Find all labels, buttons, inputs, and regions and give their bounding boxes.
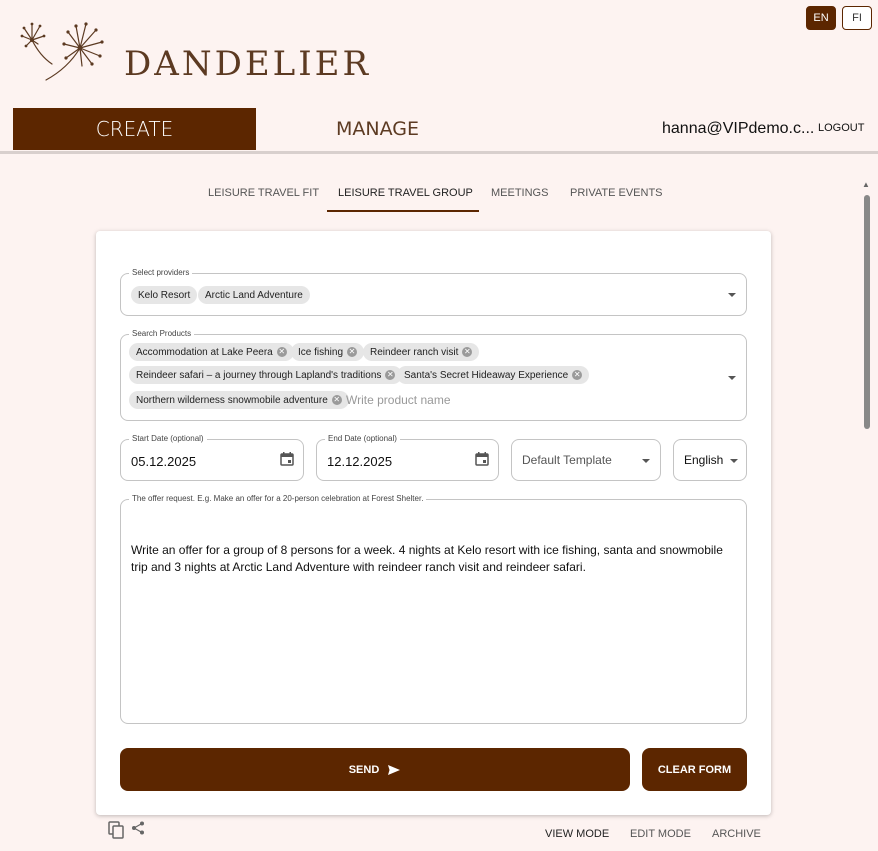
- language-fi-button[interactable]: FI: [842, 6, 872, 30]
- tab-leisure-travel-group[interactable]: LEISURE TRAVEL GROUP: [338, 187, 473, 199]
- chevron-down-icon[interactable]: [642, 459, 650, 463]
- product-chip[interactable]: Reindeer ranch visit ✕: [363, 343, 480, 361]
- offer-request-label: The offer request. E.g. Make an offer fo…: [129, 494, 427, 503]
- chevron-down-icon[interactable]: [730, 459, 738, 463]
- end-date-field[interactable]: End Date (optional) 12.12.2025: [316, 434, 499, 481]
- edit-mode-link[interactable]: EDIT MODE: [630, 828, 691, 840]
- provider-chip[interactable]: Arctic Land Adventure: [198, 286, 310, 304]
- chevron-down-icon[interactable]: [728, 293, 736, 297]
- tab-leisure-travel-fit[interactable]: LEISURE TRAVEL FIT: [208, 187, 319, 199]
- language-en-button[interactable]: EN: [806, 6, 836, 30]
- nav-create-tab[interactable]: CREATE: [13, 108, 256, 150]
- product-search-input[interactable]: Write product name: [346, 393, 451, 407]
- nav-manage-tab[interactable]: MANAGE: [256, 108, 499, 150]
- end-date-label: End Date (optional): [325, 434, 400, 443]
- output-language-value: English: [684, 453, 724, 467]
- clear-form-button[interactable]: CLEAR FORM: [642, 748, 747, 791]
- send-icon: [388, 764, 401, 775]
- logout-button[interactable]: LOGOUT: [818, 122, 864, 134]
- remove-chip-icon[interactable]: ✕: [572, 370, 583, 380]
- remove-chip-icon[interactable]: ✕: [331, 395, 342, 405]
- header-divider: [0, 151, 878, 154]
- providers-label: Select providers: [129, 268, 193, 277]
- offer-request-text: Write an offer for a group of 8 persons …: [131, 543, 723, 574]
- brand-name: DANDELIER: [124, 44, 372, 84]
- chevron-down-icon[interactable]: [728, 376, 736, 380]
- end-date-value: 12.12.2025: [327, 454, 393, 469]
- calendar-icon[interactable]: [279, 451, 295, 467]
- product-chip[interactable]: Santa's Secret Hideaway Experience ✕: [397, 366, 590, 384]
- active-tab-indicator: [327, 210, 479, 212]
- scroll-up-arrow-icon[interactable]: ▲: [862, 180, 870, 189]
- product-chip[interactable]: Reindeer safari – a journey through Lapl…: [129, 366, 403, 384]
- tab-private-events[interactable]: PRIVATE EVENTS: [570, 187, 663, 199]
- share-icon[interactable]: [131, 821, 145, 835]
- dandelion-logo-icon: [20, 22, 104, 81]
- product-chip[interactable]: Northern wilderness snowmobile adventure…: [129, 391, 349, 409]
- send-button[interactable]: SEND: [120, 748, 630, 791]
- products-label: Search Products: [129, 329, 195, 338]
- user-email: hanna@VIPdemo.c...: [662, 120, 815, 137]
- copy-icon[interactable]: [108, 821, 124, 839]
- view-mode-link[interactable]: VIEW MODE: [545, 828, 609, 840]
- provider-chip[interactable]: Kelo Resort: [131, 286, 198, 304]
- output-language-select[interactable]: English: [673, 439, 747, 481]
- remove-chip-icon[interactable]: ✕: [347, 347, 358, 357]
- start-date-field[interactable]: Start Date (optional) 05.12.2025: [120, 434, 304, 481]
- start-date-label: Start Date (optional): [129, 434, 207, 443]
- template-value: Default Template: [522, 453, 612, 467]
- tab-meetings[interactable]: MEETINGS: [491, 187, 548, 199]
- offer-request-textarea[interactable]: The offer request. E.g. Make an offer fo…: [120, 494, 747, 724]
- remove-chip-icon[interactable]: ✕: [276, 347, 287, 357]
- archive-link[interactable]: ARCHIVE: [712, 828, 761, 840]
- send-label: SEND: [348, 763, 380, 776]
- template-select[interactable]: Default Template: [511, 439, 661, 481]
- product-chip[interactable]: Ice fishing ✕: [291, 343, 365, 361]
- products-search[interactable]: Search Products Accommodation at Lake Pe…: [120, 329, 747, 421]
- remove-chip-icon[interactable]: ✕: [385, 370, 396, 380]
- product-chip[interactable]: Accommodation at Lake Peera ✕: [129, 343, 294, 361]
- providers-select[interactable]: Select providers Kelo Resort Arctic Land…: [120, 268, 747, 316]
- start-date-value: 05.12.2025: [131, 454, 197, 469]
- calendar-icon[interactable]: [474, 451, 490, 467]
- scrollbar-thumb[interactable]: [864, 195, 870, 429]
- remove-chip-icon[interactable]: ✕: [462, 347, 473, 357]
